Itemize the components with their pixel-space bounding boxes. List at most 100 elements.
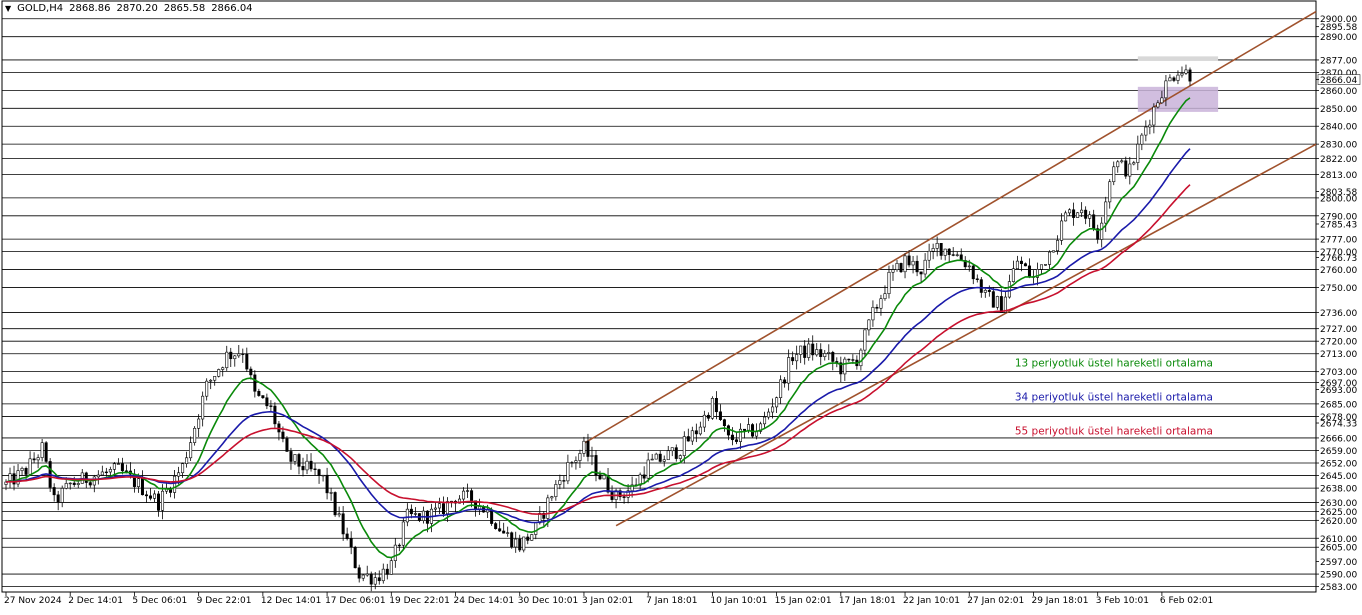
candle-down (313, 468, 317, 470)
candle-up (1148, 124, 1152, 128)
candle-down (261, 395, 265, 399)
price-tick-label: 2720.00 (1320, 338, 1357, 348)
candle-up (710, 398, 714, 419)
candle-up (337, 513, 341, 516)
candle-up (871, 306, 875, 321)
candle-up (779, 379, 783, 399)
candle-down (742, 428, 746, 431)
price-tick-label: 2645.00 (1320, 472, 1357, 482)
collapse-triangle-icon[interactable]: ▼ (5, 4, 11, 13)
price-tick-label: 2750.00 (1320, 284, 1357, 294)
candle-up (1064, 212, 1068, 222)
candle-up (506, 532, 510, 534)
candle-down (562, 480, 566, 482)
price-tick-label: 2703.00 (1320, 368, 1357, 378)
candle-down (622, 496, 626, 498)
candle-down (570, 462, 574, 464)
candle-up (931, 248, 935, 252)
candle-down (722, 419, 726, 427)
ema-legend: 13 periyotluk üstel hareketli ortalama 34… (1015, 357, 1213, 437)
candle-down (498, 528, 502, 532)
price-tick-label: 2605.00 (1320, 544, 1357, 554)
candle-down (586, 440, 590, 457)
price-tick-label: 2813.00 (1320, 171, 1357, 181)
candle-up (64, 483, 68, 489)
candle-up (943, 248, 947, 256)
candle-down (947, 248, 951, 255)
candle-down (999, 296, 1003, 313)
candle-down (658, 453, 662, 462)
candle-up (895, 263, 899, 270)
price-tick-label: 2652.00 (1320, 460, 1357, 470)
resistance-zone (1137, 86, 1219, 112)
candle-down (377, 577, 381, 582)
candle-up (582, 440, 586, 454)
candle-down (1023, 263, 1027, 267)
candle-up (1132, 162, 1136, 165)
candle-up (1076, 212, 1080, 218)
candle-down (598, 474, 602, 480)
candle-down (148, 495, 152, 499)
candle-up (747, 424, 751, 431)
candle-up (421, 510, 425, 521)
chart-header: ▼ GOLD,H4 2868.86 2870.20 2865.58 2866.0… (5, 3, 253, 14)
candle-down (1188, 69, 1192, 82)
candle-up (20, 468, 24, 471)
candle-up (36, 457, 40, 461)
candle-up (698, 426, 702, 435)
candle-down (979, 279, 983, 293)
candle-down (971, 265, 975, 280)
candle-up (225, 351, 229, 369)
candle-up (96, 474, 100, 478)
candle-up (1060, 220, 1064, 241)
candle-down (333, 492, 337, 516)
price-tick-label: 2590.00 (1320, 571, 1357, 581)
candle-down (819, 349, 823, 357)
price-tick-label: 2620.00 (1320, 517, 1357, 527)
candle-up (173, 475, 177, 493)
candle-down (1027, 265, 1031, 277)
candle-up (771, 406, 775, 413)
candle-up (405, 508, 409, 523)
candle-down (369, 573, 373, 585)
time-tick-label: 27 Nov 2024 (4, 596, 62, 606)
candle-up (1044, 264, 1048, 266)
top-zone (1137, 56, 1219, 61)
candle-down (257, 390, 261, 396)
time-tick-label: 22 Jan 10:01 (903, 596, 960, 606)
candle-up (867, 319, 871, 331)
candle-down (341, 513, 345, 535)
candle-up (1104, 201, 1108, 224)
candle-down (317, 469, 321, 476)
price-tick-label: 2674.33 (1320, 420, 1357, 430)
candle-up (775, 397, 779, 408)
candle-up (767, 411, 771, 418)
price-tick-label: 2713.00 (1320, 350, 1357, 360)
candle-up (1088, 214, 1092, 219)
candle-up (763, 416, 767, 425)
candle-up (662, 459, 666, 462)
price-tick-label: 2727.00 (1320, 325, 1357, 335)
candle-down (470, 490, 474, 502)
candle-down (24, 468, 28, 475)
candle-down (124, 470, 128, 472)
candle-down (357, 567, 361, 579)
candle-down (325, 474, 329, 494)
candle-down (273, 405, 277, 425)
candle-up (903, 255, 907, 273)
candle-up (116, 463, 120, 465)
candle-up (40, 442, 44, 458)
candle-up (221, 367, 225, 370)
candle-down (1019, 260, 1023, 264)
candle-up (530, 534, 534, 541)
candle-up (995, 296, 999, 308)
price-tick-label: 2777.00 (1320, 236, 1357, 246)
candle-up (1052, 250, 1056, 253)
candle-up (650, 458, 654, 461)
chart-area: 13 periyotluk üstel hareketli ortalama 34… (0, 0, 1362, 611)
price-tick-label: 2860.00 (1320, 87, 1357, 97)
candle-up (799, 345, 803, 355)
candle-down (104, 471, 108, 474)
candle-down (975, 278, 979, 280)
candle-up (787, 357, 791, 384)
